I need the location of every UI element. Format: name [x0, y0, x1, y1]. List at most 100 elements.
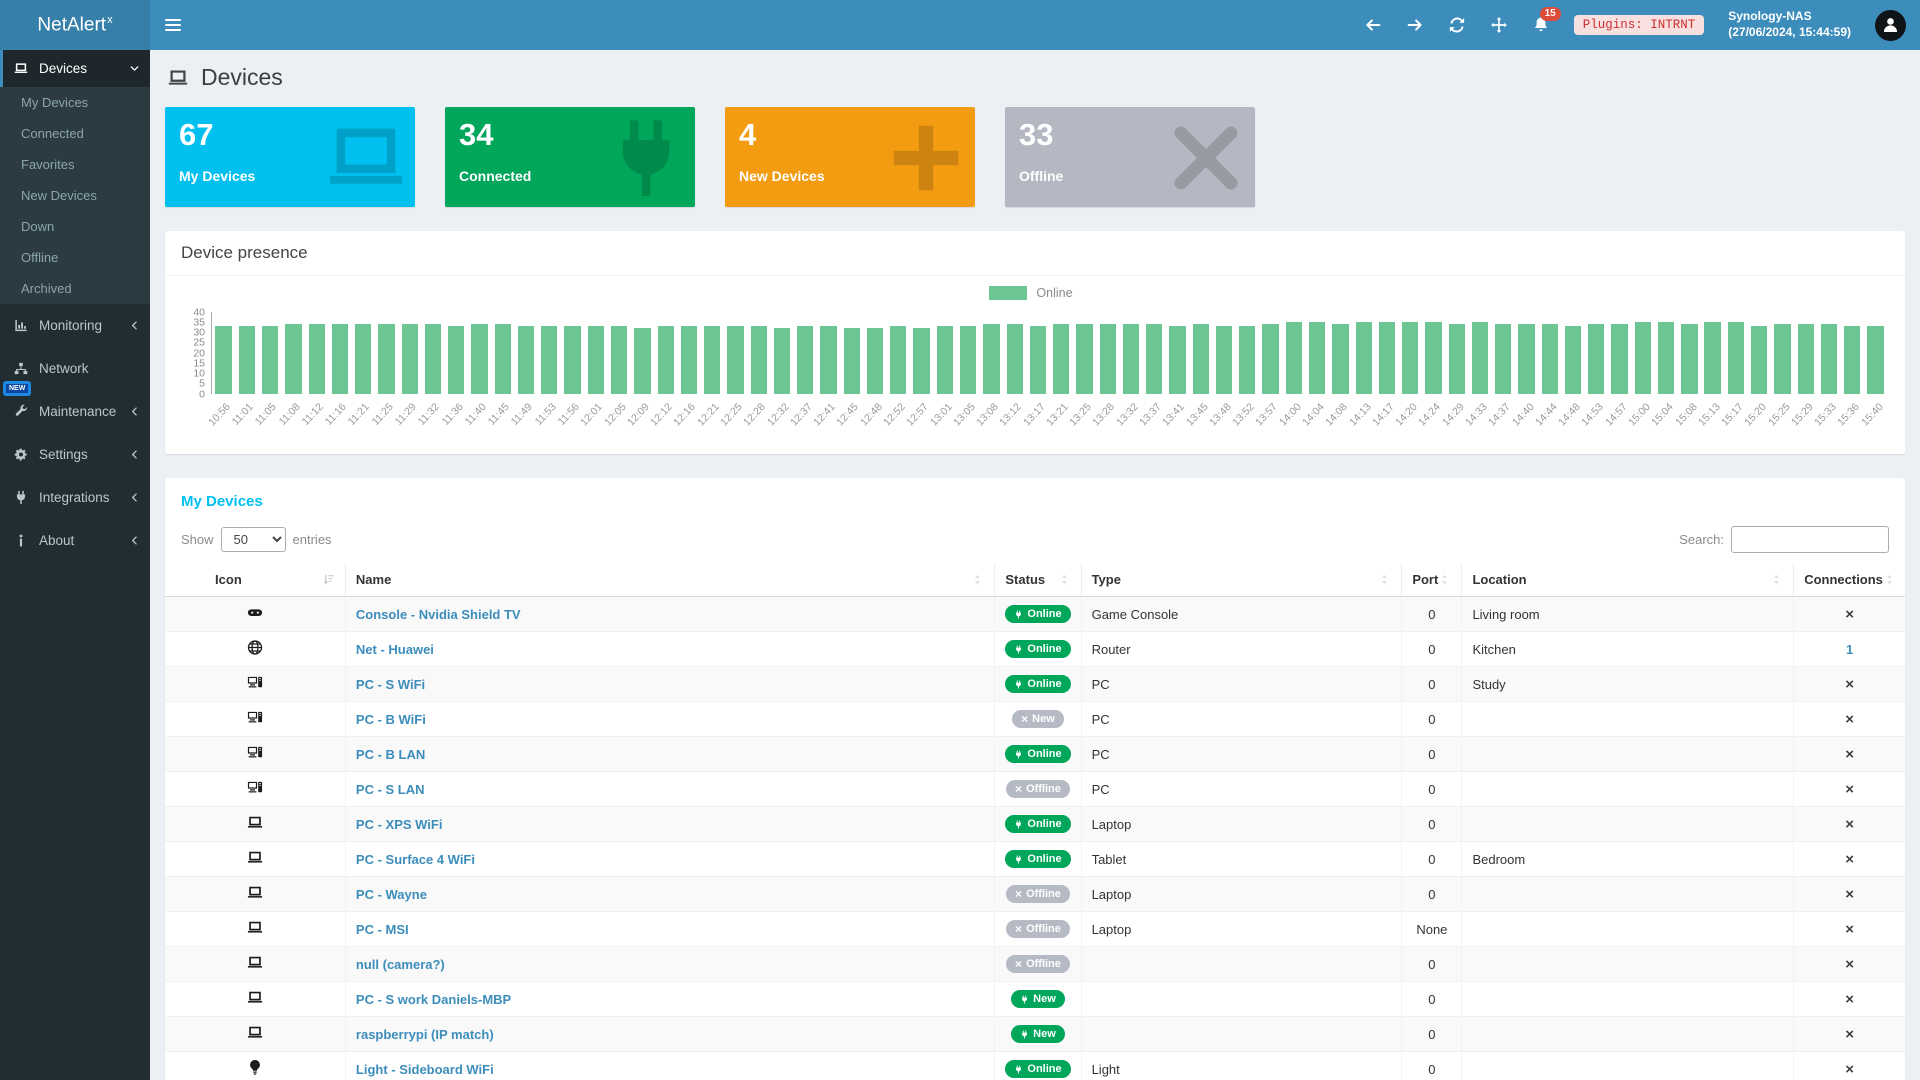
- my-devices-card: My Devices Show 50 entries Search: IconN…: [165, 478, 1905, 1080]
- status-badge: Online: [1005, 675, 1070, 693]
- sidebar-toggle-button[interactable]: [150, 0, 196, 50]
- plug-icon: [1014, 610, 1023, 619]
- desktop-icon: [246, 709, 264, 726]
- back-arrow-icon[interactable]: [1364, 16, 1382, 34]
- device-port-cell: 0: [1402, 842, 1462, 877]
- device-name-cell: null (camera?): [345, 947, 994, 982]
- device-location-cell: [1462, 807, 1794, 842]
- chart-bar: [584, 312, 607, 394]
- column-header-connections[interactable]: Connections: [1794, 563, 1905, 597]
- device-name-link[interactable]: PC - MSI: [356, 922, 409, 937]
- status-badge: Online: [1005, 815, 1070, 833]
- gamepad-icon: [246, 604, 264, 621]
- infobox-new-devices[interactable]: 4New Devices: [725, 107, 975, 207]
- status-badge: New: [1011, 990, 1065, 1008]
- device-name-link[interactable]: PC - S LAN: [356, 782, 425, 797]
- device-name-link[interactable]: PC - B LAN: [356, 747, 425, 762]
- laptop-icon: [246, 849, 264, 866]
- device-name-link[interactable]: raspberrypi (IP match): [356, 1027, 494, 1042]
- device-row: PC - Surface 4 WiFiOnlineTablet0Bedroom×: [165, 842, 1905, 877]
- app-logo[interactable]: NetAlertx: [0, 0, 150, 50]
- device-status-cell: Online: [995, 1052, 1081, 1080]
- sidebar-subitem-down[interactable]: Down: [0, 211, 150, 242]
- x-icon: ×: [1845, 1026, 1854, 1043]
- sidebar-item-monitoring[interactable]: Monitoring: [0, 304, 150, 347]
- sort-icon: [1058, 573, 1071, 586]
- column-label: Connections: [1804, 572, 1883, 587]
- notifications-bell[interactable]: 15: [1532, 16, 1550, 34]
- device-name-link[interactable]: PC - XPS WiFi: [356, 817, 443, 832]
- device-icon-cell: [165, 737, 345, 772]
- refresh-icon[interactable]: [1448, 16, 1466, 34]
- device-name-link[interactable]: Console - Nvidia Shield TV: [356, 607, 521, 622]
- sidebar-subitem-my-devices[interactable]: My Devices: [0, 87, 150, 118]
- device-presence-chart: Online 0510152025303540 10:5611:0111:051…: [165, 276, 1905, 454]
- device-name-cell: PC - Wayne: [345, 877, 994, 912]
- sidebar-item-maintenance[interactable]: NEWMaintenance: [0, 390, 150, 433]
- search-input[interactable]: [1731, 526, 1889, 553]
- sidebar-subitem-favorites[interactable]: Favorites: [0, 149, 150, 180]
- device-name-link[interactable]: null (camera?): [356, 957, 445, 972]
- entries-select[interactable]: 50: [221, 527, 286, 552]
- sidebar-subitem-new-devices[interactable]: New Devices: [0, 180, 150, 211]
- sidebar-item-label: Devices: [39, 61, 87, 76]
- tab-my-devices[interactable]: My Devices: [165, 478, 1905, 514]
- device-name-cell: PC - MSI: [345, 912, 994, 947]
- device-port-cell: None: [1402, 912, 1462, 947]
- device-status-cell: ×Offline: [995, 772, 1081, 807]
- sidebar-subitem-offline[interactable]: Offline: [0, 242, 150, 273]
- chart-bar: [1515, 312, 1538, 394]
- chart-bar: [398, 312, 421, 394]
- column-header-name[interactable]: Name: [345, 563, 994, 597]
- globe-icon: [246, 639, 264, 656]
- device-icon-cell: [165, 877, 345, 912]
- column-header-status[interactable]: Status: [995, 563, 1081, 597]
- infobox-offline[interactable]: 33Offline: [1005, 107, 1255, 207]
- chart-bar: [1305, 312, 1328, 394]
- chart-bar: [1399, 312, 1422, 394]
- chart-bar: [747, 312, 770, 394]
- device-icon-cell: [165, 1017, 345, 1052]
- column-header-location[interactable]: Location: [1462, 563, 1794, 597]
- connections-count-link[interactable]: 1: [1846, 642, 1853, 657]
- column-label: Status: [1005, 572, 1045, 587]
- move-icon[interactable]: [1490, 16, 1508, 34]
- device-icon-cell: [165, 597, 345, 632]
- info-boxes: 67My Devices 34Connected 4New Devices 33Off…: [165, 107, 1905, 207]
- device-name-link[interactable]: PC - Wayne: [356, 887, 427, 902]
- device-name-link[interactable]: PC - Surface 4 WiFi: [356, 852, 475, 867]
- plugins-status-badge[interactable]: Plugins: INTRNT: [1574, 15, 1705, 35]
- sidebar-item-integrations[interactable]: Integrations: [0, 476, 150, 519]
- status-badge: ×Offline: [1006, 885, 1070, 903]
- sidebar-item-devices[interactable]: Devices: [0, 50, 150, 87]
- forward-arrow-icon[interactable]: [1406, 16, 1424, 34]
- device-location-cell: [1462, 702, 1794, 737]
- device-status-cell: Online: [995, 667, 1081, 702]
- sidebar-item-label: Integrations: [39, 490, 110, 505]
- device-status-cell: Online: [995, 737, 1081, 772]
- status-label: Online: [1027, 748, 1061, 760]
- device-name-link[interactable]: PC - B WiFi: [356, 712, 426, 727]
- user-avatar[interactable]: [1875, 10, 1906, 41]
- sidebar-item-about[interactable]: About: [0, 519, 150, 562]
- x-icon: ×: [1845, 991, 1854, 1008]
- plug-icon: [1014, 750, 1023, 759]
- entries-label: entries: [293, 532, 332, 547]
- infobox-connected[interactable]: 34Connected: [445, 107, 695, 207]
- device-name-link[interactable]: Light - Sideboard WiFi: [356, 1062, 494, 1077]
- device-name-link[interactable]: Net - Huawei: [356, 642, 434, 657]
- device-status-cell: Online: [995, 807, 1081, 842]
- device-status-cell: Online: [995, 597, 1081, 632]
- device-icon-cell: [165, 702, 345, 737]
- sidebar-item-settings[interactable]: Settings: [0, 433, 150, 476]
- sidebar-subitem-connected[interactable]: Connected: [0, 118, 150, 149]
- column-header-icon[interactable]: Icon: [165, 563, 345, 597]
- device-name-link[interactable]: PC - S work Daniels-MBP: [356, 992, 511, 1007]
- sidebar-subitem-archived[interactable]: Archived: [0, 273, 150, 304]
- infobox-my-devices[interactable]: 67My Devices: [165, 107, 415, 207]
- column-header-port[interactable]: Port: [1402, 563, 1462, 597]
- x-axis-labels: 10:5611:0111:0511:0811:1211:1611:2111:25…: [211, 394, 1887, 446]
- device-name-link[interactable]: PC - S WiFi: [356, 677, 425, 692]
- column-header-type[interactable]: Type: [1081, 563, 1402, 597]
- device-status-cell: Online: [995, 842, 1081, 877]
